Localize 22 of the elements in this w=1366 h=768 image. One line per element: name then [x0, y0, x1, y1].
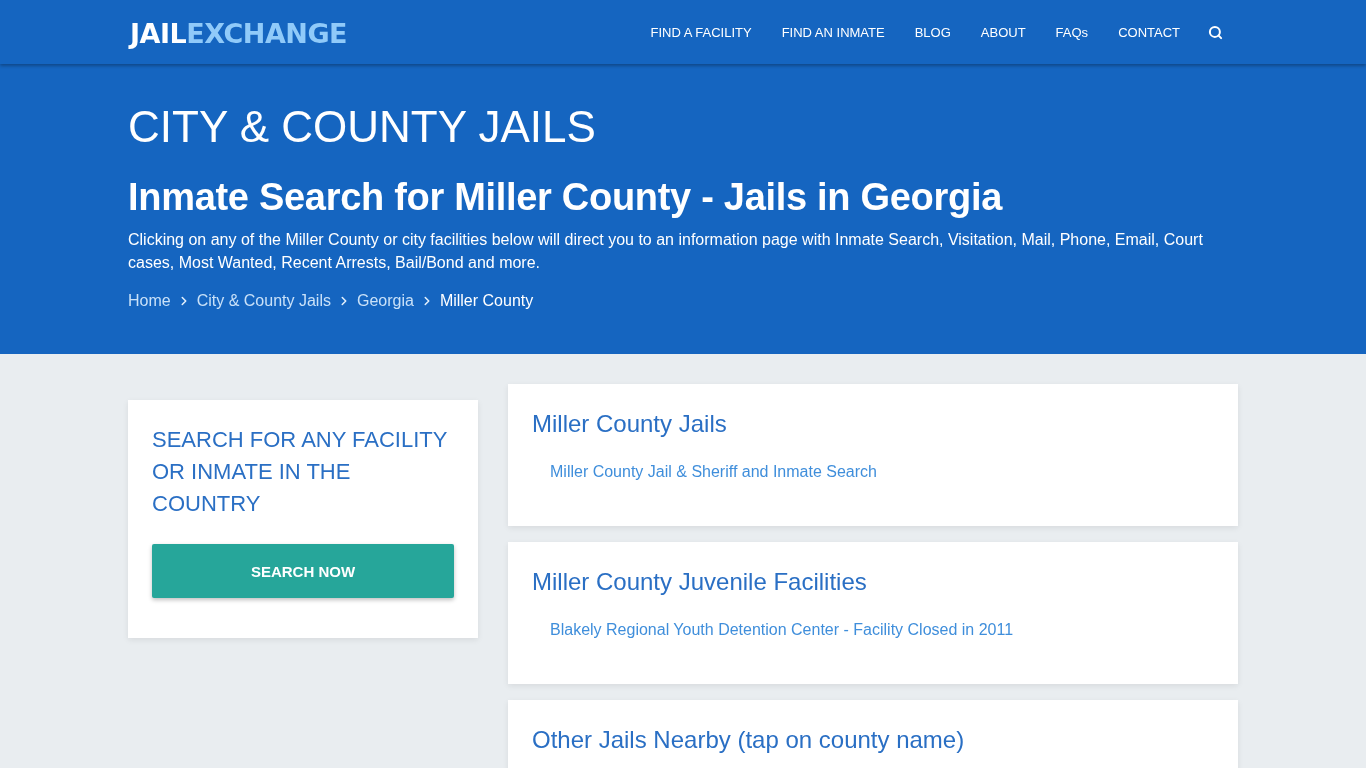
breadcrumb-link[interactable]: Georgia [356, 290, 414, 312]
category-title: CITY & COUNTY JAILS [128, 101, 597, 153]
facility-link[interactable]: Blakely Regional Youth Detention Center - Facility Closed in 2011 [550, 619, 1014, 641]
page-title: Inmate Search for Miller County - Jails in Georgia [128, 175, 1004, 220]
facility-link[interactable]: Miller County Jail & Sheriff and Inmate Search [550, 461, 877, 483]
search-now-button[interactable]: SEARCH NOW [152, 544, 454, 598]
nav-link[interactable]: FIND A FACILITY [650, 24, 752, 40]
breadcrumb-current[interactable]: Miller County [439, 290, 534, 312]
nav-link[interactable]: FIND AN INMATE [781, 24, 885, 40]
nav-link[interactable]: CONTACT [1118, 24, 1180, 40]
nav-link[interactable]: ABOUT [980, 24, 1026, 40]
logo-link[interactable]: JAILEXCHANGE [130, 17, 347, 49]
search-icon[interactable] [1208, 24, 1223, 40]
breadcrumb-link[interactable]: City & County Jails [196, 290, 331, 312]
section-heading: Other Jails Nearby (tap on county name) [532, 725, 966, 755]
intro-text: Clicking on any of the Miller County or city facilities below will direct you to an information page with Inmate Search, Visitation, Mail, Phone, Email, Court cases, Most Wanted, Recent Arrests, Bail/Bond and more. [128, 230, 1204, 273]
search-card-heading: SEARCH FOR ANY FACILITY OR INMATE IN THE COUNTRY [152, 426, 449, 518]
nav-link[interactable]: BLOG [914, 24, 951, 40]
nav-link[interactable]: FAQs [1055, 24, 1089, 40]
section-heading: Miller County Juvenile Facilities [532, 567, 868, 597]
section-heading: Miller County Jails [532, 409, 728, 439]
breadcrumb-link[interactable]: Home [128, 290, 171, 312]
